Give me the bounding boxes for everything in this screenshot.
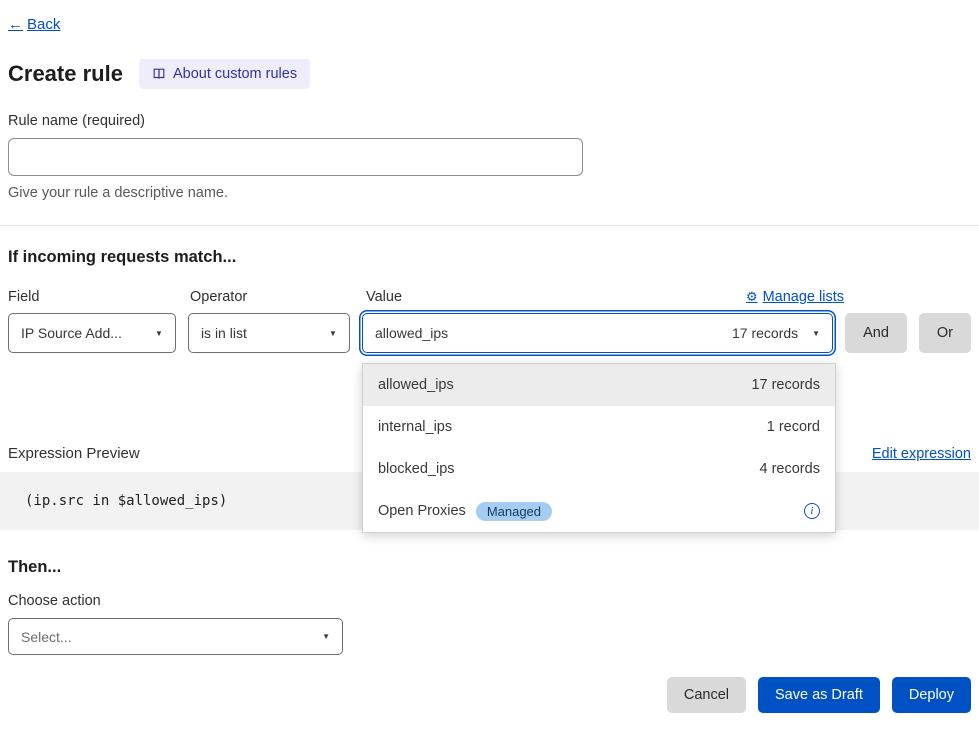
expression-preview-label: Expression Preview bbox=[8, 445, 140, 462]
rule-name-label: Rule name (required) bbox=[8, 113, 971, 129]
gear-icon: ⚙ bbox=[746, 289, 758, 305]
title-row: Create rule About custom rules bbox=[8, 59, 971, 89]
about-custom-rules-link[interactable]: About custom rules bbox=[139, 59, 310, 89]
value-select-value: allowed_ips bbox=[375, 325, 448, 341]
match-controls-row: IP Source Add... ▼ is in list ▼ allowed_… bbox=[8, 313, 971, 353]
cancel-button[interactable]: Cancel bbox=[667, 677, 746, 713]
list-option-meta: 4 records bbox=[760, 461, 820, 477]
then-section-heading: Then... bbox=[8, 558, 971, 577]
create-rule-page: ← Back Create rule About custom rules Ru… bbox=[0, 0, 979, 713]
save-as-draft-button[interactable]: Save as Draft bbox=[758, 677, 880, 713]
match-section-heading: If incoming requests match... bbox=[8, 248, 971, 267]
back-arrow-icon: ← bbox=[8, 16, 23, 33]
managed-badge: Managed bbox=[476, 502, 552, 521]
list-option-blocked-ips[interactable]: blocked_ips 4 records bbox=[363, 448, 835, 490]
rule-name-help: Give your rule a descriptive name. bbox=[8, 185, 971, 201]
operator-select[interactable]: is in list ▼ bbox=[188, 313, 350, 353]
list-option-name: blocked_ips bbox=[378, 461, 455, 477]
chevron-down-icon: ▼ bbox=[155, 329, 163, 338]
field-label: Field bbox=[8, 289, 178, 305]
list-option-name: allowed_ips bbox=[378, 377, 454, 393]
chevron-down-icon: ▼ bbox=[329, 329, 337, 338]
operator-label: Operator bbox=[190, 289, 354, 305]
list-option-open-proxies[interactable]: Open Proxies Managed i bbox=[363, 490, 835, 532]
value-select-wrap: allowed_ips 17 records ▼ allowed_ips 17 … bbox=[362, 313, 833, 353]
field-select[interactable]: IP Source Add... ▼ bbox=[8, 313, 176, 353]
manage-lists-label: Manage lists bbox=[763, 289, 844, 305]
action-select-placeholder: Select... bbox=[21, 629, 72, 645]
list-option-allowed-ips[interactable]: allowed_ips 17 records bbox=[363, 364, 835, 406]
section-divider bbox=[0, 225, 979, 226]
chevron-down-icon: ▼ bbox=[812, 329, 820, 338]
or-button[interactable]: Or bbox=[919, 313, 971, 353]
value-select[interactable]: allowed_ips 17 records ▼ bbox=[362, 313, 833, 353]
manage-lists-link[interactable]: ⚙ Manage lists bbox=[746, 289, 844, 305]
page-title: Create rule bbox=[8, 61, 123, 87]
choose-action-label: Choose action bbox=[8, 593, 971, 609]
and-button[interactable]: And bbox=[845, 313, 907, 353]
expression-code: (ip.src in $allowed_ips) bbox=[25, 493, 227, 509]
book-icon bbox=[152, 67, 166, 81]
about-custom-rules-label: About custom rules bbox=[173, 66, 297, 82]
back-link[interactable]: ← Back bbox=[8, 16, 60, 33]
rule-name-input[interactable] bbox=[8, 138, 583, 176]
list-option-meta: 17 records bbox=[751, 377, 820, 393]
value-label: Value bbox=[366, 289, 402, 305]
field-select-value: IP Source Add... bbox=[21, 325, 122, 341]
chevron-down-icon: ▼ bbox=[322, 632, 330, 641]
list-option-meta: 1 record bbox=[767, 419, 820, 435]
list-option-internal-ips[interactable]: internal_ips 1 record bbox=[363, 406, 835, 448]
footer-actions: Cancel Save as Draft Deploy bbox=[8, 677, 971, 713]
match-labels-row: Field Operator Value ⚙ Manage lists bbox=[8, 289, 971, 305]
info-icon[interactable]: i bbox=[804, 503, 820, 519]
edit-expression-link[interactable]: Edit expression bbox=[872, 446, 971, 462]
deploy-button[interactable]: Deploy bbox=[892, 677, 971, 713]
list-dropdown-menu: allowed_ips 17 records internal_ips 1 re… bbox=[362, 363, 836, 533]
back-label: Back bbox=[27, 16, 60, 33]
list-option-name: internal_ips bbox=[378, 419, 452, 435]
action-select[interactable]: Select... ▼ bbox=[8, 618, 343, 655]
value-select-meta: 17 records bbox=[732, 325, 798, 341]
operator-select-value: is in list bbox=[201, 325, 247, 341]
list-option-name: Open Proxies bbox=[378, 503, 466, 519]
